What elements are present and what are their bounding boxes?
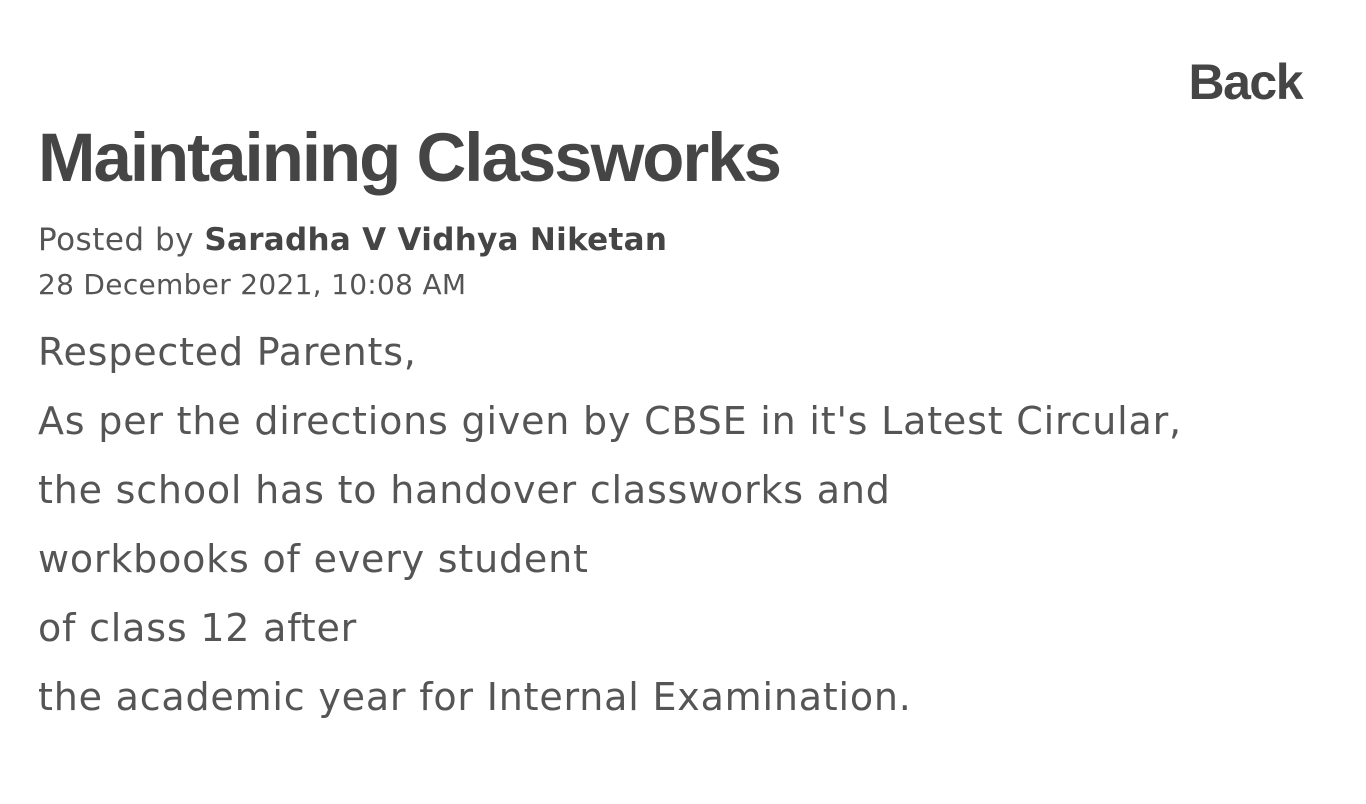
posted-by-line: Posted by Saradha V Vidhya Niketan — [38, 220, 1318, 260]
body-line: As per the directions given by CBSE in i… — [38, 399, 1182, 443]
post-body: Respected Parents, As per the directions… — [38, 318, 1318, 732]
body-line: the academic year for Internal Examinati… — [38, 675, 912, 719]
author-name: Saradha V Vidhya Niketan — [204, 222, 668, 258]
body-line: workbooks of every student — [38, 537, 589, 581]
body-line: of class 12 after — [38, 606, 358, 650]
body-line: the school has to handover classworks an… — [38, 468, 891, 512]
announcement-article: Maintaining Classworks Posted by Saradha… — [38, 118, 1318, 732]
back-link[interactable]: Back — [1188, 52, 1303, 112]
post-timestamp: 28 December 2021, 10:08 AM — [38, 268, 467, 301]
page-title: Maintaining Classworks — [38, 119, 782, 196]
body-line: Respected Parents, — [38, 330, 417, 374]
posted-by-label: Posted by — [38, 222, 205, 258]
